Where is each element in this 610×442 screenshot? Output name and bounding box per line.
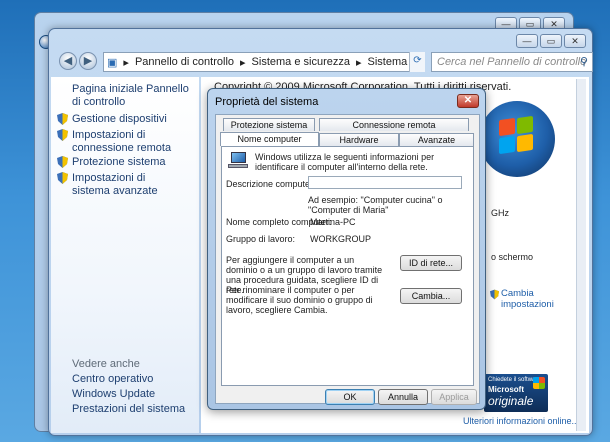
cpu-ghz-text: GHz: [491, 208, 509, 218]
windows-logo-icon: [479, 101, 555, 177]
computer-icon: [228, 152, 248, 170]
window-controls: — ▭ ✕: [516, 34, 586, 48]
cancel-button[interactable]: Annulla: [378, 389, 428, 405]
workgroup-value: WORKGROUP: [310, 234, 372, 244]
ok-button[interactable]: OK: [325, 389, 375, 405]
maximize-button[interactable]: ▭: [540, 34, 562, 48]
sidebar-item-system-protection[interactable]: Protezione sistema: [72, 156, 166, 169]
breadcrumb-separator: ▸: [123, 56, 129, 69]
control-panel-icon: ▣: [107, 56, 118, 69]
scrollbar[interactable]: [576, 79, 586, 431]
breadcrumb-system-security[interactable]: Sistema e sicurezza: [249, 56, 353, 68]
network-id-button[interactable]: ID di rete...: [400, 255, 462, 271]
workgroup-label: Gruppo di lavoro:: [226, 234, 296, 244]
genuine-line2: Microsoft: [488, 385, 524, 394]
shield-icon: [490, 289, 499, 300]
tab-remote-connection[interactable]: Connessione remota: [319, 118, 469, 131]
see-also-windows-update[interactable]: Windows Update: [72, 388, 155, 401]
intro-text: Windows utilizza le seguenti informazion…: [255, 152, 435, 172]
shield-icon: [57, 129, 68, 141]
more-info-link[interactable]: Ulteriori informazioni online...: [463, 416, 579, 426]
genuine-line3: originale: [488, 394, 534, 408]
tab-computer-name[interactable]: Nome computer: [220, 132, 319, 146]
shield-icon: [57, 172, 68, 184]
close-button[interactable]: ✕: [564, 34, 586, 48]
search-placeholder: Cerca nel Pannello di controllo: [437, 56, 587, 68]
minimize-button[interactable]: —: [516, 34, 538, 48]
computer-name-panel: Windows utilizza le seguenti informazion…: [221, 146, 474, 386]
change-settings-link[interactable]: Cambia impostazioni: [501, 288, 561, 310]
see-also-performance[interactable]: Prestazioni del sistema: [72, 403, 185, 416]
tab-hardware[interactable]: Hardware: [319, 133, 399, 146]
address-bar[interactable]: ▣ ▸ Pannello di controllo ▸ Sistema e si…: [103, 52, 425, 72]
see-also-heading: Vedere anche: [72, 358, 140, 370]
sidebar-home-link[interactable]: Pagina iniziale Pannello di controllo: [72, 83, 192, 109]
example-text: Ad esempio: "Computer cucina" o "Compute…: [308, 195, 443, 215]
description-label: Descrizione computer:: [226, 179, 316, 189]
search-icon[interactable]: ⚲: [580, 55, 588, 68]
forward-arrow-icon[interactable]: ▶: [79, 52, 97, 70]
tab-system-protection[interactable]: Protezione sistema: [223, 118, 315, 131]
back-arrow-icon[interactable]: ◀: [59, 52, 77, 70]
fullname-value: Martina-PC: [310, 217, 356, 227]
touch-screen-text: o schermo: [491, 252, 534, 262]
navigation-bar: ◀ ▶ ▣ ▸ Pannello di controllo ▸ Sistema …: [57, 49, 593, 75]
sidebar: Pagina iniziale Pannello di controllo Ge…: [51, 77, 199, 433]
shield-icon: [57, 156, 68, 168]
shield-icon: [57, 113, 68, 125]
system-properties-dialog: Proprietà del sistema ✕ Protezione siste…: [207, 88, 486, 410]
breadcrumb-control-panel[interactable]: Pannello di controllo: [132, 56, 237, 68]
windows-flag-icon: [533, 377, 545, 389]
see-also-action-center[interactable]: Centro operativo: [72, 373, 153, 386]
breadcrumb-separator: ▸: [240, 56, 246, 69]
dialog-title: Proprietà del sistema: [215, 96, 319, 108]
change-button[interactable]: Cambia...: [400, 288, 462, 304]
sidebar-item-remote-settings[interactable]: Impostazioni di connessione remota: [72, 129, 184, 155]
rename-text: Per rinominare il computer o per modific…: [226, 285, 373, 315]
tab-advanced[interactable]: Avanzate: [399, 133, 474, 146]
sidebar-item-device-manager[interactable]: Gestione dispositivi: [72, 113, 167, 126]
breadcrumb-system[interactable]: Sistema: [365, 56, 411, 68]
apply-button[interactable]: Applica: [431, 389, 477, 405]
description-input[interactable]: [308, 176, 462, 189]
sidebar-item-advanced-settings[interactable]: Impostazioni di sistema avanzate: [72, 172, 172, 198]
breadcrumb-separator: ▸: [355, 56, 362, 69]
close-button[interactable]: ✕: [457, 94, 479, 108]
genuine-microsoft-badge: Chiedete il software Microsoft originale: [484, 374, 548, 412]
search-input[interactable]: Cerca nel Pannello di controllo ⚲: [431, 52, 593, 72]
dialog-body: Protezione sistema Connessione remota No…: [215, 114, 480, 405]
refresh-icon[interactable]: ⟳: [409, 52, 425, 72]
